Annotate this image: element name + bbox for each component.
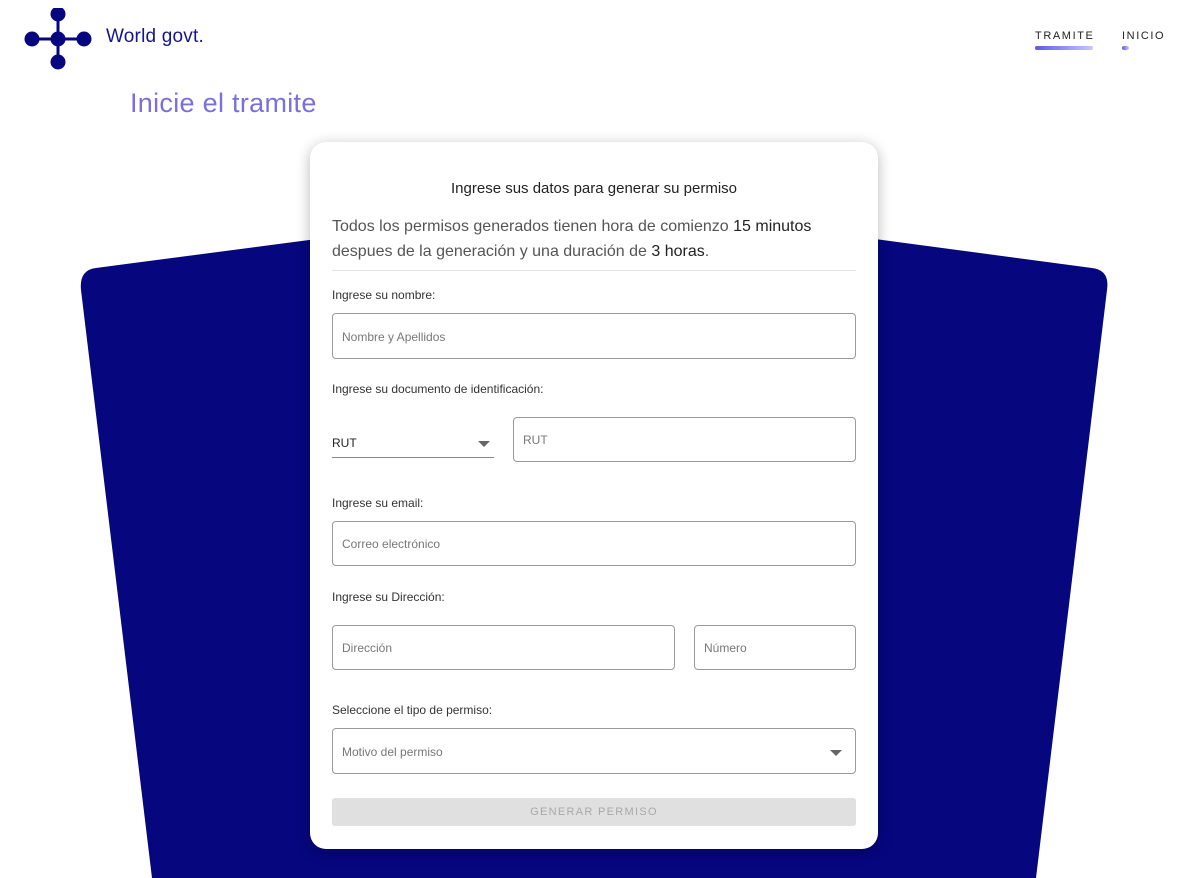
address-label: Ingrese su Dirección: [332, 590, 445, 604]
document-type-value: RUT [332, 436, 357, 450]
nav-inicio-indicator [1122, 46, 1129, 50]
chevron-down-icon [478, 441, 490, 447]
brand-name[interactable]: World govt. [106, 26, 204, 48]
generate-permit-button[interactable]: GENERAR PERMISO [332, 798, 856, 826]
document-placeholder: RUT [523, 433, 548, 447]
email-input[interactable]: Correo electrónico [332, 521, 856, 566]
info-text: despues de la generación y una duración … [332, 243, 652, 260]
divider [332, 270, 856, 271]
permit-label: Seleccione el tipo de permiso: [332, 703, 493, 717]
street-placeholder: Dirección [342, 641, 393, 655]
document-type-select[interactable]: RUT [332, 432, 494, 458]
nav-tramite-label: TRAMITE [1035, 30, 1095, 42]
street-number-input[interactable]: Número [694, 625, 856, 670]
nav-tramite-indicator [1035, 46, 1093, 50]
nav-tramite[interactable]: TRAMITE [1035, 30, 1095, 50]
street-number-placeholder: Número [704, 641, 747, 655]
name-label: Ingrese su nombre: [332, 288, 436, 302]
page-title: Inicie el tramite [130, 88, 317, 118]
document-number-input[interactable]: RUT [513, 417, 856, 462]
info-duration: 3 horas [651, 243, 705, 260]
form-title: Ingrese sus datos para generar su permis… [451, 180, 737, 197]
logo-icon [24, 8, 92, 70]
form-info: Todos los permisos generados tienen hora… [332, 214, 832, 264]
email-label: Ingrese su email: [332, 496, 424, 510]
permit-placeholder: Motivo del permiso [342, 745, 443, 759]
permit-form-card: Ingrese sus datos para generar su permis… [310, 142, 878, 849]
name-input[interactable]: Nombre y Apellidos [332, 313, 856, 359]
name-placeholder: Nombre y Apellidos [342, 330, 446, 344]
info-start-time: 15 minutos [733, 218, 812, 235]
document-label: Ingrese su documento de identificación: [332, 382, 544, 396]
email-placeholder: Correo electrónico [342, 537, 441, 551]
permit-type-select[interactable]: Motivo del permiso [332, 728, 856, 774]
info-text: Todos los permisos generados tienen hora… [332, 218, 734, 235]
chevron-down-icon [830, 750, 842, 756]
street-input[interactable]: Dirección [332, 625, 675, 670]
info-text: . [704, 243, 710, 260]
nav-inicio-label: INICIO [1122, 30, 1166, 42]
nav-inicio[interactable]: INICIO [1122, 30, 1166, 50]
